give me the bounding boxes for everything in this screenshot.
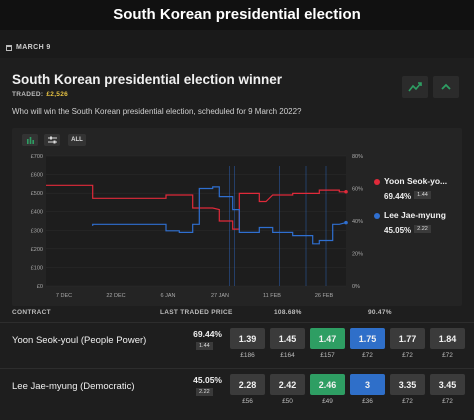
last-traded-pct: 45.05% [193, 375, 222, 385]
legend-value: 45.05% [384, 226, 412, 235]
price-value[interactable]: 2.42 [270, 374, 305, 395]
price-cell[interactable]: 1.47 £157 [310, 328, 345, 359]
legend-name: Lee Jae-myung [384, 210, 446, 220]
price-chart: ALL £700 £600 £500 £400 £300 £200 £100 £0 80% 60%… [12, 128, 462, 306]
price-cell[interactable]: 1.84 £72 [430, 328, 465, 359]
price-volume: £72 [362, 352, 373, 359]
left-tick-label: £300 [31, 228, 43, 234]
left-tick-label: £0 [37, 284, 43, 290]
price-volume: £164 [280, 352, 295, 359]
price-value[interactable]: 1.39 [230, 328, 265, 349]
price-cell[interactable]: 1.77 £72 [390, 328, 425, 359]
legend-name: Yoon Seok-yo... [384, 176, 448, 186]
price-volume: £36 [362, 398, 373, 405]
header-lay-overround: 90.47% [368, 309, 392, 316]
price-volume: £186 [240, 352, 255, 359]
best-back-price[interactable]: 2.46 [310, 374, 345, 395]
legend-dot [374, 179, 380, 185]
best-lay-price[interactable]: 1.75 [350, 328, 385, 349]
price-value[interactable]: 1.84 [430, 328, 465, 349]
legend-value: 69.44% [384, 192, 412, 201]
price-value[interactable]: 2.28 [230, 374, 265, 395]
header-back-overround: 108.68% [274, 309, 302, 316]
header-last-traded: LAST TRADED PRICE [160, 309, 233, 316]
left-tick-label: £400 [31, 210, 43, 216]
series-endpoint [344, 189, 348, 194]
left-tick-label: £500 [31, 191, 43, 197]
price-value[interactable]: 1.77 [390, 328, 425, 349]
calendar-icon [6, 44, 12, 51]
right-tick-label: 20% [352, 252, 363, 258]
plot-area [46, 156, 346, 286]
contract-name[interactable]: Lee Jae-myung (Democratic) [12, 381, 135, 392]
legend-badge: 2.22 [414, 224, 431, 233]
x-tick-label: 26 FEB [315, 293, 334, 299]
best-lay-price[interactable]: 3 [350, 374, 385, 395]
traded-info: TRADED: £2,526 [12, 91, 68, 98]
legend-dot [374, 213, 380, 219]
price-cell[interactable]: 2.42 £50 [270, 374, 305, 405]
chevron-up-icon [441, 83, 451, 90]
price-cell[interactable]: 3.35 £72 [390, 374, 425, 405]
price-cell[interactable]: 1.45 £164 [270, 328, 305, 359]
price-volume: £72 [442, 398, 453, 405]
contract-row: Lee Jae-myung (Democratic) 45.05% 2.22 2… [0, 368, 474, 408]
price-volume: £56 [242, 398, 253, 405]
traded-label: TRADED: [12, 91, 44, 98]
legend-badge: 1.44 [414, 190, 431, 199]
legend-item: Lee Jae-myung 45.05% 2.22 [374, 210, 464, 238]
last-traded-pct: 69.44% [193, 329, 222, 339]
contract-row: Yoon Seok-youl (People Power) 69.44% 1.4… [0, 322, 474, 362]
x-tick-label: 22 DEC [106, 293, 125, 299]
price-volume: £72 [402, 352, 413, 359]
legend-item: Yoon Seok-yo... 69.44% 1.44 [374, 176, 464, 204]
right-tick-label: 80% [352, 154, 363, 160]
price-volume: £49 [322, 398, 333, 405]
page-header: South Korean presidential election [0, 0, 474, 30]
price-volume: £72 [402, 398, 413, 405]
price-cell[interactable]: 1.75 £72 [350, 328, 385, 359]
left-tick-label: £600 [31, 173, 43, 179]
price-volume: £72 [442, 352, 453, 359]
chart-toggle-button[interactable] [402, 76, 428, 98]
price-cell[interactable]: 2.28 £56 [230, 374, 265, 405]
chart-icon [408, 82, 422, 92]
chart-legend: Yoon Seok-yo... 69.44% 1.44 Lee Jae-myung… [374, 176, 464, 244]
price-cell[interactable]: 1.39 £186 [230, 328, 265, 359]
table-header: CONTRACT LAST TRADED PRICE 108.68% 90.47… [12, 309, 462, 321]
contract-name[interactable]: Yoon Seok-youl (People Power) [12, 335, 146, 346]
market-question: Who will win the South Korean presidenti… [12, 107, 302, 116]
right-tick-label: 0% [352, 284, 360, 290]
x-tick-label: 11 FEB [263, 293, 281, 299]
left-tick-label: £200 [31, 247, 43, 253]
price-cell[interactable]: 2.46 £49 [310, 374, 345, 405]
x-tick-label: 6 JAN [161, 293, 176, 299]
best-back-price[interactable]: 1.47 [310, 328, 345, 349]
right-tick-label: 40% [352, 219, 363, 225]
price-cell[interactable]: 3.45 £72 [430, 374, 465, 405]
x-tick-label: 7 DEC [56, 293, 72, 299]
series-endpoint [344, 220, 348, 225]
traded-amount: £2,526 [46, 91, 69, 98]
last-traded-badge: 2.22 [196, 388, 213, 396]
right-tick-label: 60% [352, 187, 363, 193]
x-tick-label: 27 JAN [211, 293, 229, 299]
price-value[interactable]: 1.45 [270, 328, 305, 349]
collapse-button[interactable] [433, 76, 459, 98]
market-card: South Korean presidential election winne… [0, 58, 474, 420]
left-tick-label: £700 [31, 154, 43, 160]
header-contract: CONTRACT [12, 309, 51, 316]
date-label: MARCH 9 [16, 44, 51, 51]
price-volume: £157 [320, 352, 335, 359]
price-cell[interactable]: 3 £36 [350, 374, 385, 405]
last-traded-badge: 1.44 [196, 342, 213, 350]
price-volume: £50 [282, 398, 293, 405]
price-value[interactable]: 3.45 [430, 374, 465, 395]
left-tick-label: £100 [31, 265, 43, 271]
price-value[interactable]: 3.35 [390, 374, 425, 395]
date-row: MARCH 9 [6, 44, 51, 51]
market-title: South Korean presidential election winne… [12, 72, 283, 87]
page-title: South Korean presidential election [113, 6, 361, 23]
